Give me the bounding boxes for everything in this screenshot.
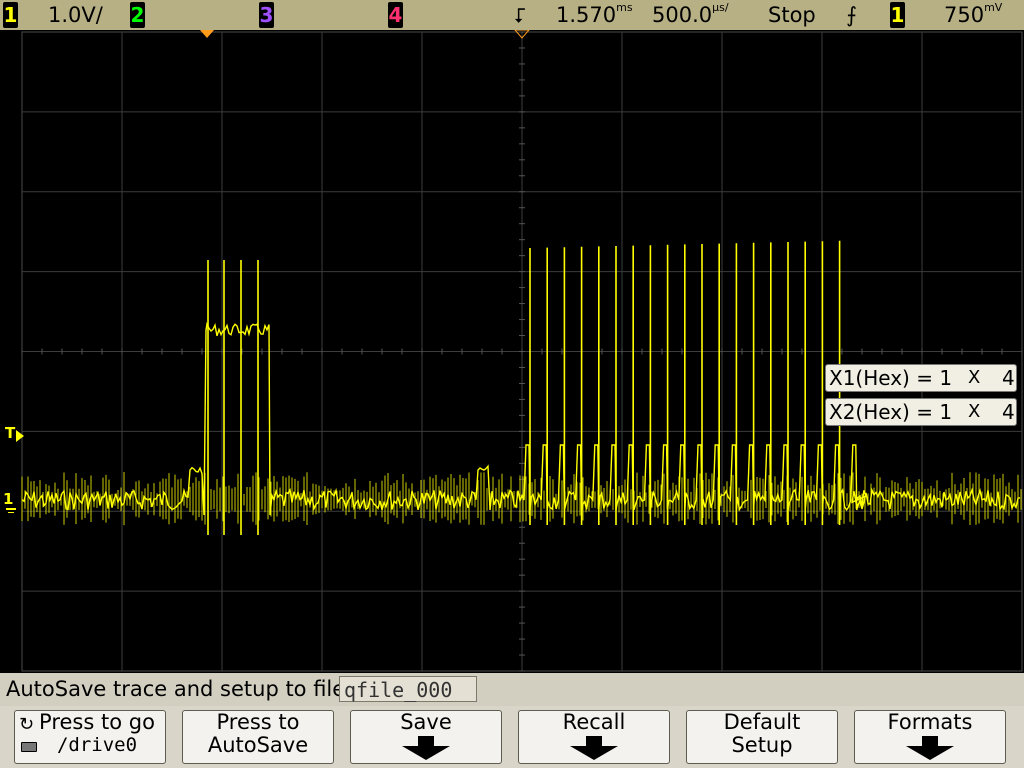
softkey-press-to-autosave[interactable]: Press to AutoSave	[182, 710, 334, 764]
trigger-slope-icon: ⨍	[846, 3, 857, 27]
channel-1-scale[interactable]: 1.0V/	[48, 0, 103, 30]
cursor-x2-readout: X2(Hex) = 1 X 4	[825, 398, 1017, 426]
channel-2-indicator[interactable]: 2	[130, 2, 145, 28]
trigger-level-arrow-icon	[16, 430, 24, 442]
refresh-icon: ↻	[19, 714, 35, 735]
cursor-x2-separator: X	[968, 401, 981, 422]
channel-1-ground-label: 1	[3, 490, 14, 508]
softkey-5-line2: Setup	[731, 733, 793, 757]
waveform-display[interactable]: T 1 X1(Hex) = 1 X 4 X2(Hex) = 1 X 4	[0, 30, 1024, 673]
trigger-level-marker: T	[5, 424, 25, 446]
cursor-x1-marker[interactable]	[200, 30, 214, 38]
softkey-formats[interactable]: Formats	[854, 710, 1006, 764]
softkey-5-line1: Default	[723, 710, 801, 734]
delay-unit: ms	[616, 1, 633, 14]
softkey-2-line1: Press to	[216, 710, 300, 734]
softkey-6-line1: Formats	[887, 710, 973, 734]
trigger-level-unit: mV	[984, 1, 1003, 14]
autosave-label: AutoSave trace and setup to file:	[6, 677, 353, 701]
softkey-save[interactable]: Save	[350, 710, 502, 764]
softkey-press-to-go[interactable]: ↻ Press to go /drive0	[14, 710, 166, 764]
channel-1-ground-marker: 1	[2, 490, 24, 516]
channel-3-indicator[interactable]: 3	[259, 2, 274, 28]
softkey-4-line1: Recall	[562, 710, 626, 734]
trigger-level-label: T	[5, 424, 16, 442]
channel-1-indicator[interactable]: 1	[3, 2, 18, 28]
drive-icon	[21, 742, 37, 752]
timebase-value[interactable]: 500.0µs/	[652, 0, 729, 30]
filename-field[interactable]: qfile_000	[339, 676, 477, 702]
cursor-x1-value: 4	[1002, 366, 1015, 390]
cursor-x1-separator: X	[968, 367, 981, 388]
autosave-bar: AutoSave trace and setup to file: qfile_…	[0, 673, 1024, 706]
trigger-position-icon: ⮦	[514, 3, 526, 27]
ground-icon	[6, 508, 16, 510]
softkey-1-line2: /drive0	[15, 734, 165, 757]
down-arrow-icon	[906, 736, 954, 760]
softkey-recall[interactable]: Recall	[518, 710, 670, 764]
down-arrow-icon	[570, 736, 618, 760]
softkey-1-line1: ↻ Press to go	[19, 710, 155, 736]
softkey-3-line1: Save	[400, 710, 452, 734]
cursor-x2-value: 4	[1002, 400, 1015, 424]
timebase-unit: µs/	[712, 1, 729, 14]
down-arrow-icon	[402, 736, 450, 760]
cursor-x1-label: X1(Hex) = 1	[829, 366, 953, 390]
channel-4-indicator[interactable]: 4	[388, 2, 403, 28]
trigger-level[interactable]: 750mV	[944, 0, 1002, 30]
cursor-x1-readout: X1(Hex) = 1 X 4	[825, 364, 1017, 392]
delay-value[interactable]: 1.570ms	[556, 0, 633, 30]
cursor-x2-label: X2(Hex) = 1	[829, 400, 953, 424]
run-state[interactable]: Stop	[768, 0, 816, 30]
softkey-2-line2: AutoSave	[207, 733, 309, 757]
trigger-source-indicator[interactable]: 1	[890, 2, 905, 28]
softkey-bar: ↻ Press to go /drive0 Press to AutoSave …	[0, 706, 1024, 768]
softkey-default-setup[interactable]: Default Setup	[686, 710, 838, 764]
status-bar: 1 1.0V/ 2 3 4 ⮦ 1.570ms 500.0µs/ Stop ⨍ …	[0, 0, 1024, 30]
graticule	[21, 30, 1023, 672]
